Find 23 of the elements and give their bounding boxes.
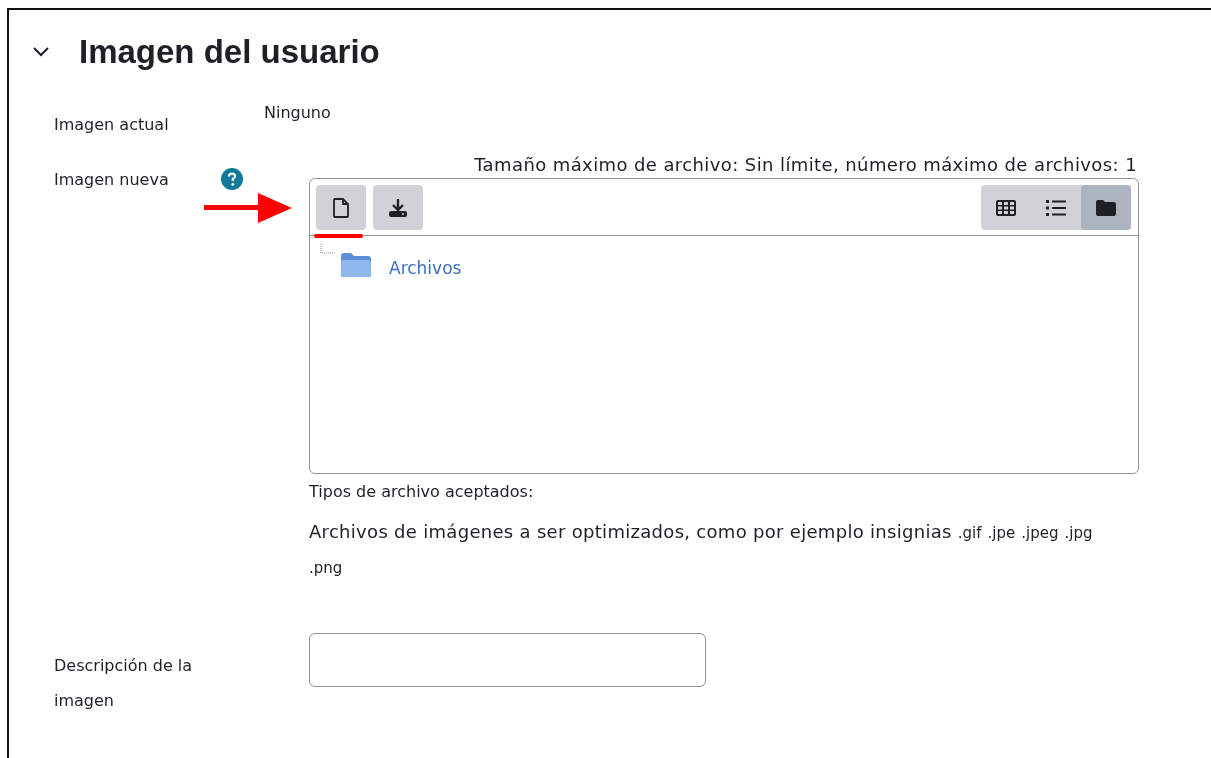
download-icon [388,197,408,218]
folder-icon [340,252,372,278]
add-file-button[interactable] [316,185,366,230]
field-label: Imagen actual [54,115,169,134]
underline-mark [314,234,363,238]
accepted-types-text: Archivos de imágenes a ser optimizados, como por ejemplo insignias .gif .jpe .jpeg .jpg .png [309,520,1094,579]
file-icon [333,197,349,218]
accepted-types-label: Tipos de archivo aceptados: [309,482,535,501]
grid-icon [995,198,1017,217]
tree-connector [320,244,336,254]
folder-icon [1095,198,1117,217]
description-field[interactable] [309,633,706,687]
field-label: Imagen nueva [54,169,169,189]
file-limits-text: Tamaño máximo de archivo: Sin límite, número máximo de archivos: 1 [473,154,1138,177]
folder-link[interactable]: Archivos [389,258,462,278]
list-icon [1045,198,1067,217]
field-value: Ninguno [264,103,331,122]
section-title: Imagen del usuario [79,33,380,71]
folder-view-button[interactable] [1081,185,1131,230]
download-button[interactable] [373,185,423,230]
field-label: Descripción de la imagen [54,656,193,710]
collapse-chevron-icon[interactable] [32,46,50,58]
help-icon[interactable] [220,168,243,190]
